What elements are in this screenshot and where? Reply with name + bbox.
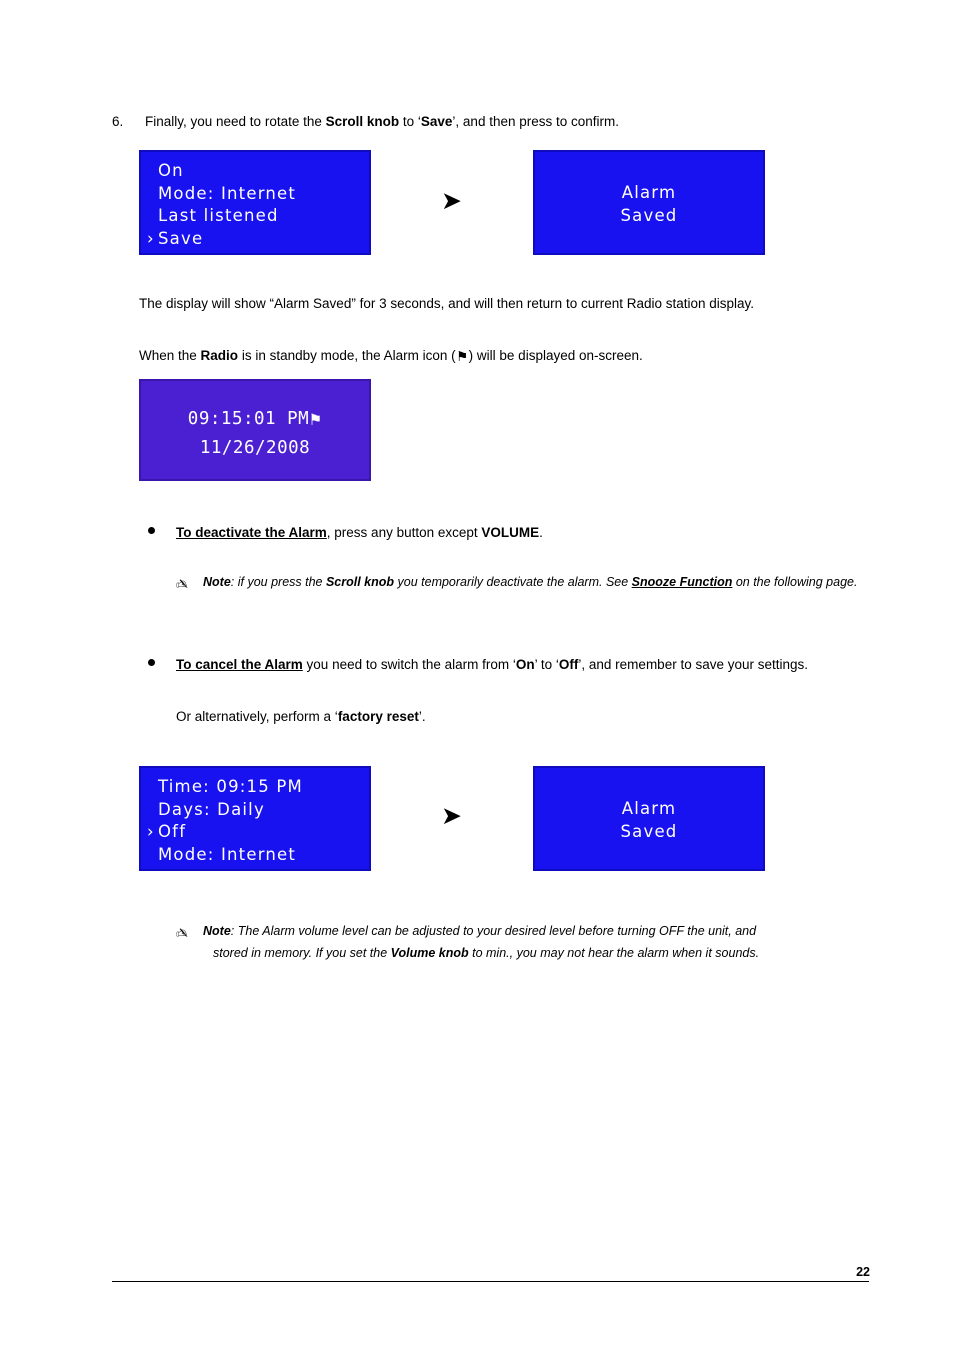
bullet-deactivate-link: To deactivate the Alarm <box>176 525 327 540</box>
bullet-deactivate-text: To deactivate the Alarm, press any butto… <box>176 525 543 540</box>
step-6: 6. Finally, you need to rotate the Scrol… <box>112 112 892 132</box>
lcd-line-save: › Save <box>147 228 358 251</box>
note-snooze-bold-scroll-knob: Scroll knob <box>325 575 395 589</box>
note-pen-icon-1: ✍ <box>176 577 188 593</box>
lcd-alarm-saved-2-line1: Alarm <box>621 799 677 818</box>
lcd-standby-time-row: 09:15:01 PM⚑ <box>141 405 369 434</box>
bullet-deactivate-bold-volume: VOLUME <box>481 525 540 540</box>
paragraph-display-alarm-saved: The display will show “Alarm Saved” for … <box>139 296 755 311</box>
note-volume-line-2: stored in memory. If you set the Volume … <box>213 943 876 965</box>
lcd-standby-clock: 09:15:01 PM⚑ 11/26/2008 <box>139 379 371 481</box>
note-volume-text-1: : The Alarm volume level can be adjusted… <box>230 924 757 938</box>
bullet-dot-icon-1 <box>148 527 155 534</box>
lcd-alarm-settings-save: On Mode: Internet Last listened › Save <box>139 150 371 255</box>
note-snooze-label: Note <box>203 575 231 589</box>
standby-text-2: is in standby mode, the Alarm icon ( <box>238 348 456 363</box>
lcd-line-mode-2: Mode: Internet <box>158 844 297 864</box>
lcd-alarm-settings-off: Time: 09:15 PM Days: Daily › Off Mode: In… <box>139 766 371 871</box>
lcd-line-last-listened: Last listened <box>158 206 279 225</box>
note-volume: ✍ Note: The Alarm volume level can be ad… <box>176 921 876 965</box>
standby-text-1: When the <box>139 348 201 363</box>
bullet-cancel-text: To cancel the Alarm you need to switch t… <box>176 657 808 672</box>
alt-text-2: ’. <box>418 709 426 724</box>
step-bold-scroll-knob: Scroll knob <box>325 114 400 129</box>
standby-bold-radio: Radio <box>200 348 239 363</box>
lcd-line-off: › Off <box>147 821 358 844</box>
note-volume-bold-volume-knob: Volume knob <box>390 945 469 960</box>
bullet-cancel-text-3: ’, and remember to save your settings. <box>578 657 809 672</box>
lcd-alarm-saved-1: Alarm Saved <box>533 150 765 255</box>
bullet-deactivate-end: . <box>539 525 543 540</box>
bullet-dot-icon-2 <box>148 659 155 666</box>
note-snooze: ✍ Note: if you press the Scroll knob you… <box>176 572 876 594</box>
bullet-cancel-link: To cancel the Alarm <box>176 657 303 672</box>
note-snooze-text-2: you temporarily deactivate the alarm. Se… <box>394 575 632 589</box>
lcd-line-time: Time: 09:15 PM <box>158 777 303 796</box>
step-text-part1: Finally, you need to rotate the <box>145 114 326 129</box>
note-snooze-body: Note: if you press the Scroll knob you t… <box>203 575 857 589</box>
document-page: 6. Finally, you need to rotate the Scrol… <box>0 0 954 1351</box>
lcd-line-days: Days: Daily <box>158 799 265 819</box>
bullet-cancel-bold-on: On <box>515 657 535 672</box>
note-volume-label: Note <box>203 924 231 938</box>
alarm-bell-icon: ⚑ <box>456 349 469 364</box>
page-number: 22 <box>856 1265 870 1279</box>
lcd-standby-date: 11/26/2008 <box>199 438 311 458</box>
bullet-cancel-text-1: you need to switch the alarm from ‘ <box>302 657 516 672</box>
note-snooze-text-1: : if you press the <box>230 575 326 589</box>
lcd-alarm-saved-1-line2: Saved <box>620 205 678 225</box>
step-text-part2: to ‘ <box>399 114 421 129</box>
selection-caret-icon: › <box>147 228 155 248</box>
lcd-alarm-saved-1-line1: Alarm <box>621 183 677 202</box>
selection-caret-icon-2: › <box>147 822 155 841</box>
paragraph-factory-reset: Or alternatively, perform a ‘factory res… <box>176 707 876 728</box>
step-bold-save: Save <box>420 114 453 129</box>
note-volume-text-3: to min., you may not hear the alarm when… <box>468 945 760 960</box>
note-pen-icon-2: ✍ <box>176 926 188 942</box>
alarm-bell-icon-lcd: ⚑ <box>310 410 322 430</box>
alt-bold-factory-reset: factory reset <box>337 709 419 724</box>
step-number: 6. <box>112 114 124 129</box>
bullet-deactivate-mid: , press any button except <box>326 525 482 540</box>
footer-divider <box>112 1281 869 1282</box>
flow-arrow-icon-1: ➤ <box>441 186 462 215</box>
lcd-alarm-saved-2-line2: Saved <box>620 821 678 841</box>
flow-arrow-icon-2: ➤ <box>441 801 462 830</box>
lcd-alarm-saved-2: Alarm Saved <box>533 766 765 871</box>
lcd-standby-time: 09:15:01 PM <box>187 409 310 429</box>
alt-text-1: Or alternatively, perform a ‘ <box>176 709 338 724</box>
step-text: Finally, you need to rotate the Scroll k… <box>145 114 619 129</box>
paragraph-standby-alarm-icon: When the Radio is in standby mode, the A… <box>139 346 839 368</box>
lcd-line-on: On <box>158 161 184 180</box>
bullet-cancel-bold-off: Off <box>558 657 579 672</box>
standby-text-3: ) will be displayed on-screen. <box>468 348 643 363</box>
lcd-line-mode: Mode: Internet <box>158 183 297 203</box>
note-snooze-link: Snooze Function <box>631 575 733 589</box>
lcd-line-save-label: Save <box>158 228 204 248</box>
bullet-cancel-text-2: ’ to ‘ <box>534 657 559 672</box>
bullet-deactivate-alarm: To deactivate the Alarm, press any butto… <box>148 523 908 544</box>
note-volume-body: Note: The Alarm volume level can be adju… <box>176 924 876 965</box>
bullet-cancel-alarm: To cancel the Alarm you need to switch t… <box>148 655 908 676</box>
note-volume-text-2: stored in memory. If you set the <box>213 945 391 960</box>
lcd-line-off-label: Off <box>158 822 187 841</box>
note-snooze-text-3: on the following page. <box>732 575 858 589</box>
step-text-part3: ’, and then press to confirm. <box>452 114 620 129</box>
